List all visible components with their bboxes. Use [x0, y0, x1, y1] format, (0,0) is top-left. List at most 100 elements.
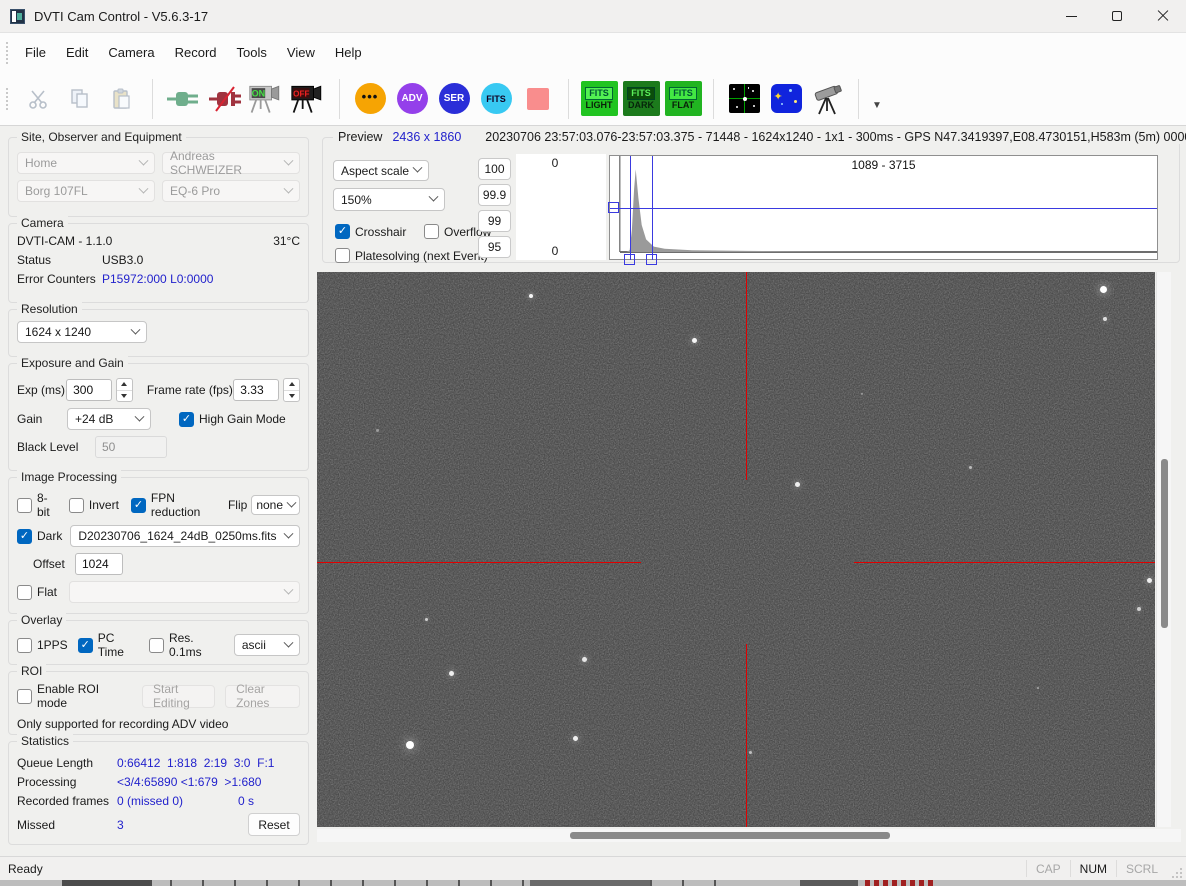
platesolving-checkbox[interactable] [335, 248, 350, 263]
8bit-label: 8-bit [37, 491, 57, 519]
dark-checkbox[interactable]: ✓ [17, 529, 32, 544]
connect-camera-button[interactable] [164, 77, 202, 121]
horizontal-scrollbar-thumb[interactable] [570, 832, 890, 839]
percentile-button-99[interactable]: 99 [478, 210, 511, 232]
toolbar-overflow-button[interactable]: ▼ [870, 86, 888, 111]
statistics-groupbox: Statistics Queue Length0:66412 1:818 2:1… [8, 741, 309, 845]
offset-input[interactable] [75, 553, 123, 575]
menu-item-edit[interactable]: Edit [56, 41, 98, 64]
vertical-scrollbar-thumb[interactable] [1161, 459, 1168, 628]
percentile-button-95[interactable]: 95 [478, 236, 511, 258]
chevron-down-icon [284, 528, 294, 538]
exposure-input[interactable] [66, 379, 112, 401]
chevron-down-icon [139, 183, 149, 193]
camera-off-button[interactable]: OFF [290, 77, 328, 121]
toolbar-separator [568, 79, 569, 119]
1pps-checkbox[interactable] [17, 638, 32, 653]
fpn-checkbox[interactable]: ✓ [131, 498, 146, 513]
horizontal-scrollbar[interactable] [317, 829, 1181, 842]
white-point-handle[interactable] [646, 254, 657, 265]
night-sky-button[interactable]: ✦ [767, 77, 805, 121]
frame-rate-input[interactable] [233, 379, 279, 401]
copy-button[interactable] [61, 77, 99, 121]
crosshair-checkbox[interactable]: ✓ [335, 224, 350, 239]
resolution-groupbox: Resolution 1624 x 1240 [8, 309, 309, 357]
site-location-select[interactable]: Home [17, 152, 155, 174]
exposure-stepper[interactable] [116, 378, 133, 402]
invert-checkbox[interactable] [69, 498, 84, 513]
minimize-icon [1066, 16, 1077, 17]
percentile-button-100[interactable]: 100 [478, 158, 511, 180]
site-group-title: Site, Observer and Equipment [17, 130, 186, 144]
black-level-input[interactable] [95, 436, 167, 458]
menu-item-tools[interactable]: Tools [227, 41, 277, 64]
vertical-scrollbar[interactable] [1156, 272, 1171, 827]
record-adv-button[interactable]: ADV [393, 77, 431, 121]
high-gain-checkbox[interactable]: ✓ [179, 412, 194, 427]
live-view-button[interactable]: ••• [351, 77, 389, 121]
histogram-level-line[interactable] [610, 208, 1157, 209]
histogram[interactable]: 1089 - 3715 [609, 155, 1158, 260]
minimize-button[interactable] [1048, 0, 1094, 32]
res-01ms-checkbox[interactable] [149, 638, 164, 653]
pc-time-checkbox[interactable]: ✓ [78, 638, 93, 653]
scissors-icon [26, 87, 50, 111]
cut-button[interactable] [19, 77, 57, 121]
preview-image-canvas[interactable] [317, 272, 1155, 827]
settings-panel: Site, Observer and Equipment Home Andrea… [0, 126, 315, 856]
aspect-scale-select[interactable]: Aspect scale [333, 160, 429, 181]
fits-dark-button[interactable]: FITS DARK [622, 77, 660, 121]
stop-icon [527, 88, 549, 110]
menu-item-view[interactable]: View [277, 41, 325, 64]
fits-light-button[interactable]: FITS LIGHT [580, 77, 618, 121]
camera-on-icon: ON [248, 81, 286, 117]
fits-flat-icon: FITS FLAT [665, 81, 702, 116]
menu-item-file[interactable]: File [15, 41, 56, 64]
overflow-checkbox[interactable] [424, 224, 439, 239]
stop-record-button[interactable] [519, 77, 557, 121]
sensor-noise-texture [317, 272, 1155, 827]
disconnect-camera-button[interactable] [206, 77, 244, 121]
missed-value: 3 [117, 818, 248, 832]
mount-select[interactable]: EQ-6 Pro [162, 180, 300, 202]
toolbar-gripper [6, 88, 9, 110]
platesolve-button[interactable] [725, 77, 763, 121]
menu-item-camera[interactable]: Camera [98, 41, 164, 64]
histogram-range-label: 1089 - 3715 [610, 158, 1157, 172]
enable-roi-checkbox[interactable] [17, 689, 32, 704]
menu-item-record[interactable]: Record [165, 41, 227, 64]
flip-select[interactable]: none [251, 495, 300, 515]
site-groupbox: Site, Observer and Equipment Home Andrea… [8, 137, 309, 217]
flat-checkbox[interactable] [17, 585, 32, 600]
dark-file-select[interactable]: D20230706_1624_24dB_0250ms.fits [70, 525, 300, 547]
flat-file-select[interactable] [69, 581, 300, 603]
black-point-handle[interactable] [624, 254, 635, 265]
live-view-icon: ••• [355, 83, 386, 114]
paste-button[interactable] [103, 77, 141, 121]
telescope-button[interactable] [809, 77, 847, 121]
zoom-select[interactable]: 150% [333, 188, 445, 211]
start-editing-button[interactable]: Start Editing [142, 685, 215, 708]
resolution-select[interactable]: 1624 x 1240 [17, 321, 147, 343]
telescope-select[interactable]: Borg 107FL [17, 180, 155, 202]
reset-button[interactable]: Reset [248, 813, 300, 836]
close-button[interactable] [1140, 0, 1186, 32]
record-ser-button[interactable]: SER [435, 77, 473, 121]
record-fits-button[interactable]: FITS [477, 77, 515, 121]
percentile-button-99.9[interactable]: 99.9 [478, 184, 511, 206]
num-lock-indicator: NUM [1070, 860, 1116, 876]
resize-grip[interactable] [1169, 865, 1183, 879]
preview-groupbox: Preview 2436 x 1860 20230706 23:57:03.07… [322, 137, 1180, 263]
camera-on-button[interactable]: ON [248, 77, 286, 121]
clear-zones-button[interactable]: Clear Zones [225, 685, 300, 708]
overlay-format-select[interactable]: ascii [234, 634, 300, 656]
8bit-checkbox[interactable] [17, 498, 32, 513]
menu-item-help[interactable]: Help [325, 41, 372, 64]
fits-flat-button[interactable]: FITS FLAT [664, 77, 702, 121]
maximize-button[interactable] [1094, 0, 1140, 32]
observer-select[interactable]: Andreas SCHWEIZER [162, 152, 300, 174]
level-line-handle[interactable] [608, 202, 619, 213]
gain-select[interactable]: +24 dB [67, 408, 151, 430]
frame-rate-stepper[interactable] [283, 378, 300, 402]
pc-time-label: PC Time [98, 631, 139, 659]
